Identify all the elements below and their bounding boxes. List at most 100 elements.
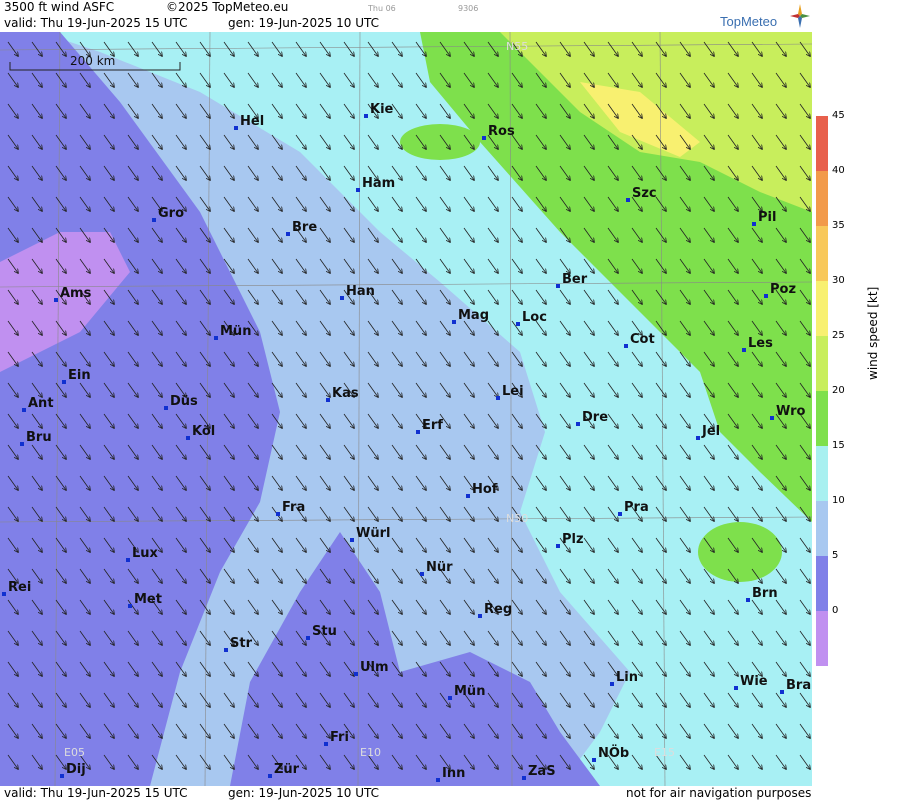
city-marker xyxy=(126,558,130,562)
city-label: Mün xyxy=(220,324,251,339)
tiny-label-2: 9306 xyxy=(458,4,479,13)
wind-zone-blob-2 xyxy=(400,124,480,160)
city-marker xyxy=(770,416,774,420)
city-label: Lin xyxy=(616,670,638,685)
compass-icon xyxy=(790,4,810,28)
city-marker xyxy=(62,380,66,384)
city-marker xyxy=(780,690,784,694)
city-marker xyxy=(610,682,614,686)
city-marker xyxy=(478,614,482,618)
city-marker xyxy=(420,572,424,576)
legend-title: wind speed [kt] xyxy=(866,286,880,380)
city-label: Str xyxy=(230,636,253,651)
tiny-label-1: Thu 06 xyxy=(368,4,396,13)
city-label: Ein xyxy=(68,368,91,383)
graticule-label: E05 xyxy=(64,746,85,759)
legend-color-swatch xyxy=(816,391,828,446)
city-marker xyxy=(60,774,64,778)
legend-color-swatch xyxy=(816,446,828,501)
city-label: Köl xyxy=(192,424,215,439)
city-label: NÖb xyxy=(598,745,629,761)
legend-color-swatch xyxy=(816,116,828,171)
city-label: Mün xyxy=(454,684,485,699)
city-label: Lei xyxy=(502,384,524,399)
city-marker xyxy=(436,778,440,782)
city-marker xyxy=(466,494,470,498)
city-label: Wie xyxy=(740,674,768,689)
city-label: Cot xyxy=(630,332,655,347)
city-label: Hof xyxy=(472,482,498,497)
gen-time: gen: 19-Jun-2025 10 UTC xyxy=(228,16,380,30)
city-marker xyxy=(22,408,26,412)
legend-color-swatch xyxy=(816,226,828,281)
city-label: Rei xyxy=(8,580,31,595)
city-marker xyxy=(522,776,526,780)
city-marker xyxy=(20,442,24,446)
graticule-label: E15 xyxy=(654,746,675,759)
city-marker xyxy=(576,422,580,426)
city-label: Gro xyxy=(158,206,184,221)
wind-zone-blob-1 xyxy=(698,522,782,582)
legend-tick: 0 xyxy=(832,605,839,616)
city-marker xyxy=(416,430,420,434)
city-label: Ham xyxy=(362,176,395,191)
valid-time: valid: Thu 19-Jun-2025 15 UTC xyxy=(4,16,188,30)
city-label: Ulm xyxy=(360,660,389,675)
wind-map[interactable]: 200 km N55 N50 E05 E10 E15 Hel Kie Ros Ham Szc Pi… xyxy=(0,31,813,787)
city-marker xyxy=(214,336,218,340)
copyright: ©2025 TopMeteo.eu xyxy=(166,0,289,14)
city-label: Stu xyxy=(312,624,337,639)
city-marker xyxy=(556,284,560,288)
product-title: 3500 ft wind ASFC xyxy=(4,0,115,14)
legend-tick: 5 xyxy=(832,550,839,561)
legend-color-swatch xyxy=(816,611,828,666)
footer-valid: valid: Thu 19-Jun-2025 15 UTC xyxy=(4,786,188,800)
legend-tick: 30 xyxy=(832,275,845,286)
city-label: Bra xyxy=(786,678,811,693)
city-marker xyxy=(556,544,560,548)
city-marker xyxy=(452,320,456,324)
city-label: Düs xyxy=(170,394,198,409)
city-label: Plz xyxy=(562,532,584,547)
city-marker xyxy=(516,322,520,326)
city-marker xyxy=(234,126,238,130)
city-marker xyxy=(496,396,500,400)
legend-color-swatch xyxy=(816,281,828,336)
legend-color-swatch xyxy=(816,171,828,226)
legend-color-swatch xyxy=(816,556,828,611)
city-marker xyxy=(306,636,310,640)
city-marker xyxy=(186,436,190,440)
city-marker xyxy=(340,296,344,300)
city-label: Brn xyxy=(752,586,778,601)
city-marker xyxy=(354,672,358,676)
legend-tick: 45 xyxy=(832,110,845,121)
city-label: Kas xyxy=(332,386,359,401)
city-label: Inn xyxy=(442,766,465,781)
city-label: Ams xyxy=(60,286,92,301)
city-label: Erf xyxy=(422,418,443,433)
city-label: Wro xyxy=(776,404,806,419)
city-marker xyxy=(324,742,328,746)
topmeteo-logo[interactable]: TopMeteo xyxy=(718,2,812,30)
city-label: Ber xyxy=(562,272,588,287)
city-label: Reg xyxy=(484,602,512,617)
city-marker xyxy=(276,512,280,516)
city-marker xyxy=(448,696,452,700)
logo-text: TopMeteo xyxy=(720,14,778,29)
city-marker xyxy=(734,686,738,690)
city-marker xyxy=(592,758,596,762)
legend-color-swatch xyxy=(816,501,828,556)
city-label: Nür xyxy=(426,560,453,575)
city-label: Pra xyxy=(624,500,649,515)
city-label: Fra xyxy=(282,500,305,515)
city-marker xyxy=(356,188,360,192)
city-marker xyxy=(364,114,368,118)
city-label: Poz xyxy=(770,282,796,297)
city-marker xyxy=(54,298,58,302)
city-label: Met xyxy=(134,592,162,607)
city-label: Lux xyxy=(132,546,159,561)
legend-tick: 35 xyxy=(832,220,845,231)
city-label: Bre xyxy=(292,220,317,235)
city-label: Les xyxy=(748,336,773,351)
footer-note: not for air navigation purposes xyxy=(626,786,812,800)
